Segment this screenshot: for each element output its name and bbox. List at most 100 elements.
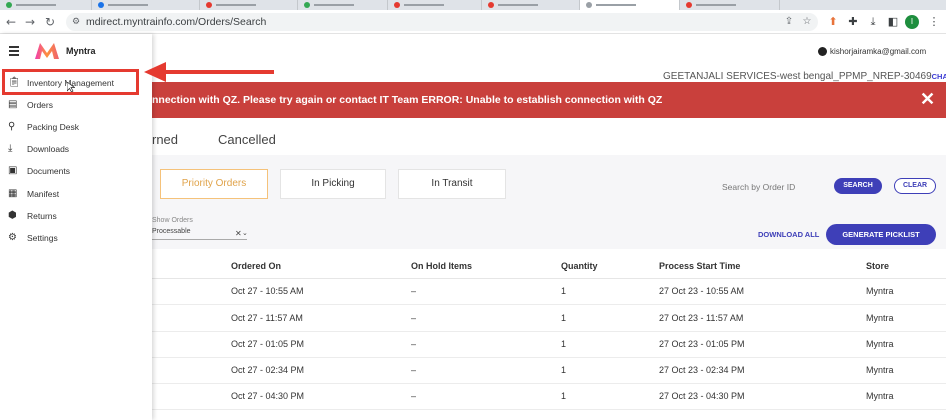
cell-on-hold: – xyxy=(411,286,417,296)
browser-tab[interactable] xyxy=(200,0,298,10)
cell-store: Myntra xyxy=(866,313,894,323)
column-header-quantity: Quantity xyxy=(561,261,598,271)
browser-tab-active[interactable] xyxy=(580,0,680,10)
sidebar-item-downloads[interactable]: ⤓ Downloads xyxy=(8,141,148,157)
forward-icon[interactable]: → xyxy=(22,14,38,30)
brand-name: Myntra xyxy=(66,46,96,56)
side-panel-icon[interactable]: ◧ xyxy=(885,14,901,30)
column-header-on-hold: On Hold Items xyxy=(411,261,473,271)
cell-process-start: 27 Oct 23 - 04:30 PM xyxy=(659,391,745,401)
browser-tab[interactable] xyxy=(0,0,92,10)
back-icon[interactable]: ← xyxy=(3,14,19,30)
profile-avatar[interactable]: I xyxy=(905,15,919,29)
browser-tab[interactable] xyxy=(92,0,200,10)
user-menu[interactable]: kishorjairamka@gmail.com xyxy=(818,47,926,56)
sidebar-item-returns[interactable]: ⬢ Returns xyxy=(8,208,148,224)
row-divider xyxy=(152,383,946,384)
sidebar-item-label: Settings xyxy=(27,233,58,243)
annotation-arrow-head xyxy=(144,62,166,82)
sidebar-item-label: Returns xyxy=(27,211,57,221)
cell-quantity: 1 xyxy=(561,286,567,296)
column-header-store: Store xyxy=(866,261,890,271)
download-all-link[interactable]: DOWNLOAD ALL xyxy=(758,230,819,239)
tab-in-transit[interactable]: In Transit xyxy=(398,169,506,199)
settings-icon: ⚙ xyxy=(8,232,17,243)
cell-quantity: 1 xyxy=(561,313,567,323)
change-account-link[interactable]: CHANGE xyxy=(932,72,946,81)
browser-tab[interactable] xyxy=(388,0,482,10)
cell-store: Myntra xyxy=(866,339,894,349)
cell-ordered-on: Oct 27 - 04:30 PM xyxy=(231,391,305,401)
cell-quantity: 1 xyxy=(561,339,567,349)
error-banner: nnection with QZ. Please try again or co… xyxy=(152,82,946,118)
browser-tab[interactable] xyxy=(482,0,580,10)
search-button[interactable]: SEARCH xyxy=(834,178,882,194)
sidebar-item-orders[interactable]: ▤ Orders xyxy=(8,97,148,113)
chevron-down-icon[interactable]: ⌄ xyxy=(242,229,248,237)
sidebar-item-label: Packing Desk xyxy=(27,122,79,132)
cell-process-start: 27 Oct 23 - 11:57 AM xyxy=(659,313,744,323)
cell-on-hold: – xyxy=(411,365,417,375)
screen: ← → ↻ ⚙ mdirect.myntrainfo.com/Orders/Se… xyxy=(0,0,946,420)
sidebar-item-label: Documents xyxy=(27,166,70,176)
cell-ordered-on: Oct 27 - 11:57 AM xyxy=(231,313,303,323)
download-icon[interactable]: ⤓ xyxy=(865,14,881,30)
mouse-cursor-icon xyxy=(67,82,75,92)
packing-icon: ⚲ xyxy=(8,121,16,132)
user-email: kishorjairamka@gmail.com xyxy=(830,47,927,56)
returns-icon: ⬢ xyxy=(8,210,17,221)
clear-button[interactable]: CLEAR xyxy=(894,178,936,194)
sidebar-item-label: Orders xyxy=(27,100,53,110)
sidebar-item-label: Manifest xyxy=(27,189,60,199)
extension-icon[interactable]: ⬆ xyxy=(825,14,841,30)
row-divider xyxy=(152,304,946,305)
account-name: GEETANJALI SERVICES-west bengal_PPMP_NRE… xyxy=(663,71,932,82)
sidebar-item-packing-desk[interactable]: ⚲ Packing Desk xyxy=(8,119,148,135)
site-info-icon[interactable]: ⚙ xyxy=(72,17,82,27)
document-icon: ▣ xyxy=(8,165,18,176)
sidebar-item-documents[interactable]: ▣ Documents xyxy=(8,163,148,179)
sidebar-item-manifest[interactable]: ▦ Manifest xyxy=(8,186,148,202)
reload-icon[interactable]: ↻ xyxy=(42,14,58,30)
manifest-icon: ▦ xyxy=(8,188,18,199)
tab-returned[interactable]: rned xyxy=(152,132,178,147)
tab-cancelled[interactable]: Cancelled xyxy=(218,132,276,147)
orders-icon: ▤ xyxy=(8,99,18,110)
browser-tabstrip xyxy=(0,0,946,10)
myntra-logo xyxy=(35,43,59,59)
row-divider xyxy=(152,331,946,332)
cell-store: Myntra xyxy=(866,391,894,401)
puzzle-icon[interactable]: ✚ xyxy=(845,14,861,30)
annotation-arrow-shaft xyxy=(156,70,274,74)
tab-priority-orders[interactable]: Priority Orders xyxy=(160,169,268,199)
account-info: GEETANJALI SERVICES-west bengal_PPMP_NRE… xyxy=(663,71,946,82)
clear-select-icon[interactable]: ✕ xyxy=(235,229,242,238)
sidebar-item-settings[interactable]: ⚙ Settings xyxy=(8,230,148,246)
show-orders-value: Processable xyxy=(152,228,191,235)
cell-process-start: 27 Oct 23 - 02:34 PM xyxy=(659,365,745,375)
generate-picklist-button[interactable]: GENERATE PICKLIST xyxy=(826,224,936,245)
show-orders-select[interactable]: Processable ✕ ⌄ xyxy=(152,228,248,240)
cell-on-hold: – xyxy=(411,313,417,323)
show-orders-label: Show Orders xyxy=(152,217,193,224)
cell-ordered-on: Oct 27 - 10:55 AM xyxy=(231,286,304,296)
cell-on-hold: – xyxy=(411,339,417,349)
cell-on-hold: – xyxy=(411,391,417,401)
cell-quantity: 1 xyxy=(561,365,567,375)
cell-store: Myntra xyxy=(866,286,894,296)
cell-process-start: 27 Oct 23 - 10:55 AM xyxy=(659,286,745,296)
error-message: nnection with QZ. Please try again or co… xyxy=(152,94,663,106)
close-icon[interactable]: ✕ xyxy=(920,90,935,108)
bookmark-star-icon[interactable]: ☆ xyxy=(800,15,814,29)
browser-tab[interactable] xyxy=(298,0,388,10)
share-icon[interactable]: ⇪ xyxy=(782,15,796,29)
tab-in-picking[interactable]: In Picking xyxy=(280,169,386,199)
row-divider xyxy=(152,409,946,410)
row-divider xyxy=(152,357,946,358)
column-header-process-start: Process Start Time xyxy=(659,261,741,271)
more-menu-icon[interactable]: ⋮ xyxy=(926,14,942,30)
browser-tab[interactable] xyxy=(680,0,780,10)
order-id-search-input[interactable]: Search by Order ID xyxy=(722,182,795,192)
hamburger-menu-icon[interactable] xyxy=(9,46,19,56)
address-bar[interactable]: ⚙ mdirect.myntrainfo.com/Orders/Search ⇪… xyxy=(66,13,818,31)
